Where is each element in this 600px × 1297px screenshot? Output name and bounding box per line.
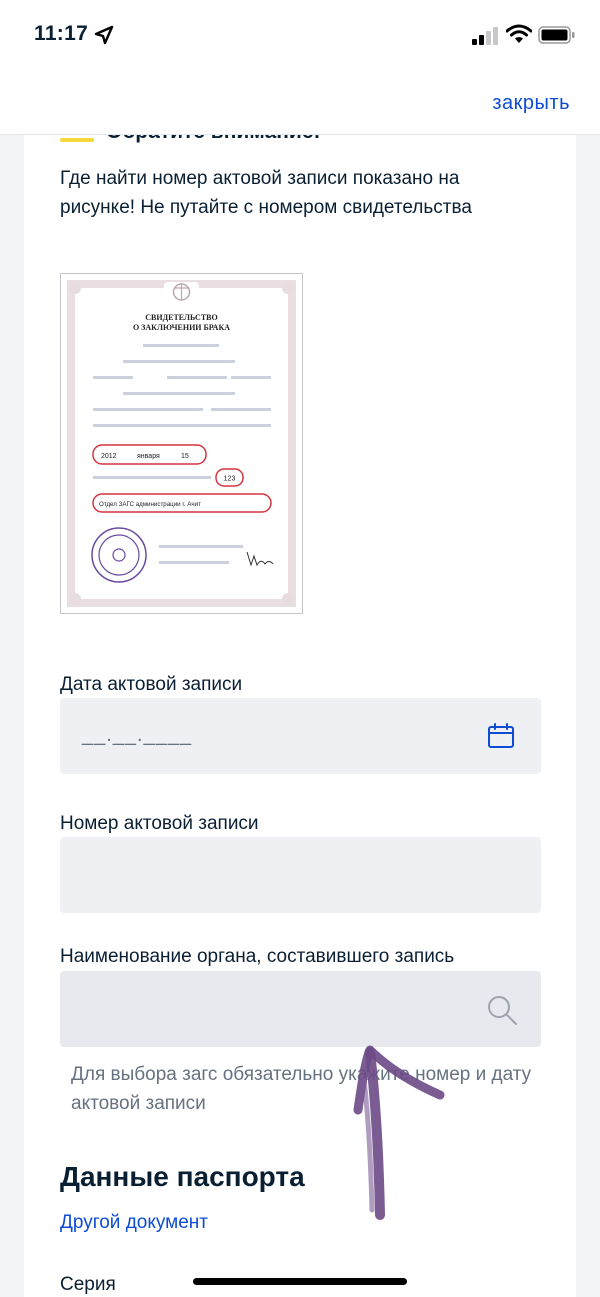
passport-series-label: Серия [60,1274,116,1295]
home-indicator[interactable] [193,1278,407,1285]
cert-title-line1: СВИДЕТЕЛЬСТВО [145,313,217,322]
status-time: 11:17 [34,22,89,45]
battery-icon [538,26,575,44]
cert-record-number: 123 [224,476,236,483]
record-number-label: Номер актовой записи [60,813,259,834]
form-card: Обратите внимание! Где найти номер актов… [24,134,576,1297]
record-number-input[interactable] [60,837,541,913]
location-arrow-icon [94,25,114,45]
notice-text: Где найти номер актовой записи показано … [60,168,472,218]
annotation-arrow [353,1045,445,1220]
authority-label: Наименование органа, составившего запись [60,946,455,967]
signature-icon [246,551,274,567]
record-date-placeholder: __.__.____ [82,724,193,746]
status-bar: 11:17 [0,0,600,72]
search-icon[interactable] [485,993,519,1027]
other-document-link[interactable]: Другой документ [60,1212,208,1234]
notice-header: Обратите внимание! [60,134,540,158]
cert-date-year: 2012 [101,453,117,460]
close-button[interactable]: закрыть [492,92,570,115]
modal-header: закрыть [0,72,600,135]
cert-date-month: января [137,453,160,460]
cert-title-line2: О ЗАКЛЮЧЕНИИ БРАКА [133,323,230,332]
notice-title: Обратите внимание! [106,134,321,144]
certificate-sample-image: СВИДЕТЕЛЬСТВО О ЗАКЛЮЧЕНИИ БРАКА 2012 ян… [60,273,303,614]
record-date-label: Дата актовой записи [60,674,243,695]
certificate-illustration: СВИДЕТЕЛЬСТВО О ЗАКЛЮЧЕНИИ БРАКА 2012 ян… [67,280,296,607]
stamp-icon [91,527,147,583]
authority-hint: Для выбора загс обязательно укажите номе… [71,1064,532,1114]
wifi-icon [506,24,532,43]
notice-accent-bar [60,138,94,142]
signal-icon [472,27,498,45]
passport-section-title: Данные паспорта [60,1161,305,1192]
cert-authority: Отдел ЗАГС администрации г. Ачит [99,501,201,508]
cert-date-day: 15 [181,453,189,460]
authority-input[interactable] [60,971,541,1047]
calendar-icon[interactable] [487,722,515,750]
record-date-input[interactable]: __.__.____ [60,698,541,774]
